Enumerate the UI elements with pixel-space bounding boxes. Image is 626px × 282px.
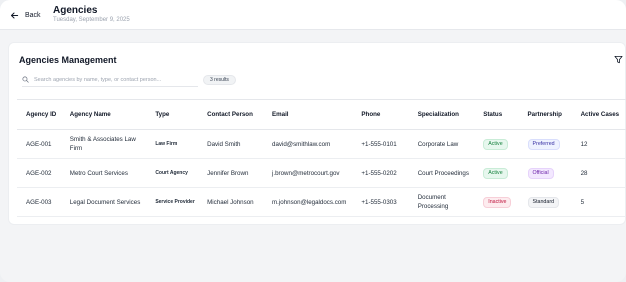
status-badge: Active xyxy=(483,167,508,179)
table-row[interactable]: AGE-003 Legal Document Services Service … xyxy=(17,188,626,217)
email: m.johnson@legaldocs.com xyxy=(272,198,347,206)
col-specialization[interactable]: Specialization xyxy=(408,99,475,130)
contact-person: David Smith xyxy=(207,140,241,148)
partnership-cell: Official xyxy=(519,159,572,188)
agency-name: Smith & Associates Law Firm xyxy=(69,136,136,152)
status-cell: Active xyxy=(474,159,518,188)
active-cases: 12 xyxy=(580,140,588,148)
filter-icon[interactable] xyxy=(614,55,623,64)
page-date: Tuesday, September 9, 2025 xyxy=(53,17,130,23)
partnership-badge: Official xyxy=(527,167,554,179)
specialization: Court Proceedings xyxy=(417,169,469,177)
specialization: Document Processing xyxy=(417,194,449,210)
partnership-badge: Preferred xyxy=(527,138,560,150)
specialization: Corporate Law xyxy=(417,140,459,148)
agency-name: Legal Document Services xyxy=(69,198,141,206)
col-status[interactable]: Status xyxy=(474,99,519,130)
search-icon xyxy=(22,76,29,83)
search-bar xyxy=(22,73,198,87)
back-label: Back xyxy=(25,11,41,19)
col-active-cases[interactable]: Active Cases xyxy=(571,99,626,130)
table-row[interactable]: AGE-001 Smith & Associates Law Firm Law … xyxy=(17,130,626,159)
arrow-left-icon xyxy=(10,11,19,19)
status-cell: Active xyxy=(474,130,518,159)
agencies-table: Agency ID Agency Name Type Contact Perso… xyxy=(17,99,626,217)
contact-person: Jennifer Brown xyxy=(207,169,249,177)
col-agency-id[interactable]: Agency ID xyxy=(17,99,61,130)
phone: +1-555-0303 xyxy=(361,198,397,206)
search-input[interactable] xyxy=(34,76,194,83)
agency-name: Metro Court Services xyxy=(69,169,128,177)
agency-id: AGE-003 xyxy=(26,198,52,206)
partnership-badge: Standard xyxy=(527,196,560,208)
phone: +1-555-0101 xyxy=(361,140,397,148)
card-title: Agencies Management xyxy=(19,55,117,65)
contact-person: Michael Johnson xyxy=(207,198,254,206)
status-badge: Active xyxy=(483,138,508,150)
app-window: Back Agencies Tuesday, September 9, 2025… xyxy=(0,0,626,282)
table-header-row: Agency ID Agency Name Type Contact Perso… xyxy=(17,99,626,130)
active-cases: 28 xyxy=(580,169,588,177)
partnership-cell: Standard xyxy=(519,188,572,217)
email: j.brown@metrocourt.gov xyxy=(272,169,340,177)
email: david@smithlaw.com xyxy=(272,140,331,148)
agencies-card: Agencies Management 3 results Agency ID … xyxy=(8,42,626,225)
col-contact-person[interactable]: Contact Person xyxy=(198,99,264,130)
col-email[interactable]: Email xyxy=(263,99,353,130)
agency-type: Court Agency xyxy=(155,169,188,176)
agency-id: AGE-002 xyxy=(26,169,52,177)
page-title: Agencies xyxy=(53,5,98,16)
agency-id: AGE-001 xyxy=(26,140,52,148)
col-type[interactable]: Type xyxy=(146,99,199,130)
agency-type: Law Firm xyxy=(155,140,178,147)
results-count-badge: 3 results xyxy=(203,75,236,85)
col-agency-name[interactable]: Agency Name xyxy=(60,99,147,130)
status-badge: Inactive xyxy=(483,196,512,208)
col-partnership[interactable]: Partnership xyxy=(518,99,572,130)
agency-type: Service Provider xyxy=(155,198,195,205)
partnership-cell: Preferred xyxy=(519,130,572,159)
page-header: Back Agencies Tuesday, September 9, 2025 xyxy=(0,0,626,30)
back-button[interactable]: Back xyxy=(10,9,41,21)
phone: +1-555-0202 xyxy=(361,169,397,177)
table-row[interactable]: AGE-002 Metro Court Services Court Agenc… xyxy=(17,159,626,188)
active-cases: 5 xyxy=(580,198,585,206)
status-cell: Inactive xyxy=(474,188,518,217)
col-phone[interactable]: Phone xyxy=(352,99,409,130)
